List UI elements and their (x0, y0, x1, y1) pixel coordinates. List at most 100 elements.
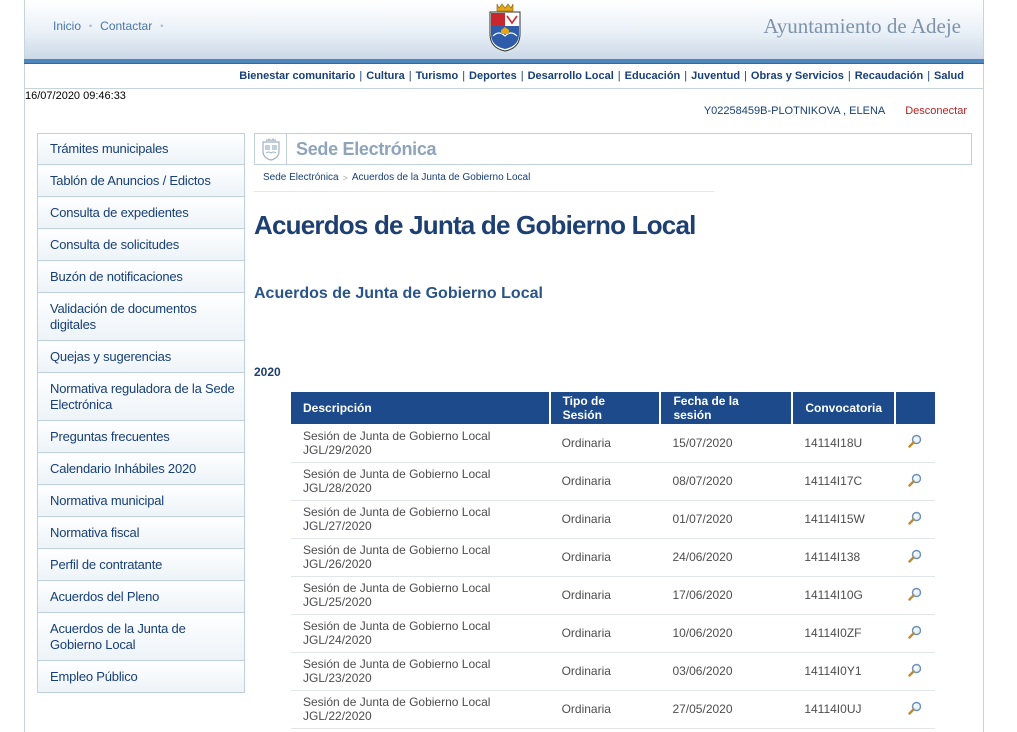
sidebar-item-consulta-expedientes[interactable]: Consulta de expedientes (37, 197, 245, 229)
session-description: Sesión de Junta de Gobierno Local (303, 505, 491, 519)
table-row: Sesión de Junta de Gobierno Local JGL/27/… (291, 500, 935, 539)
cell-actions (895, 424, 935, 463)
sidebar-item-tablon-anuncios[interactable]: Tablón de Anuncios / Edictos (37, 165, 245, 197)
cell-convocatoria: 14114I18U (792, 424, 896, 463)
magnifier-icon[interactable] (908, 434, 922, 451)
cell-convocatoria: 14114I0Y1 (792, 652, 896, 691)
session-code: JGL/29/2020 (303, 442, 372, 457)
sidebar-item-acuerdos-junta[interactable]: Acuerdos de la Junta de Gobierno Local (37, 613, 245, 661)
sidebar-item-acuerdos-pleno[interactable]: Acuerdos del Pleno (37, 581, 245, 613)
cell-descripcion: Sesión de Junta de Gobierno Local JGL/28/… (291, 462, 550, 501)
cell-descripcion: Sesión de Junta de Gobierno Local JGL/23/… (291, 652, 550, 691)
year-heading: 2020 (254, 365, 281, 379)
breadcrumb-chevron-icon: > (342, 172, 348, 183)
sidebar-item-consulta-solicitudes[interactable]: Consulta de solicitudes (37, 229, 245, 261)
breadcrumb: Sede Electrónica > Acuerdos de la Junta … (263, 172, 530, 183)
sidebar-item-empleo-publico[interactable]: Empleo Público (37, 661, 245, 693)
nav-bienestar-comunitario[interactable]: Bienestar comunitario (239, 70, 355, 82)
magnifier-icon[interactable] (908, 473, 922, 490)
cell-actions (895, 500, 935, 539)
sidebar-item-perfil-contratante[interactable]: Perfil de contratante (37, 549, 245, 581)
breadcrumb-sede-link[interactable]: Sede Electrónica (263, 172, 339, 183)
cell-fecha-sesion: 03/06/2020 (660, 652, 793, 691)
cell-descripcion: Sesión de Junta de Gobierno Local JGL/29/… (291, 424, 550, 463)
cell-fecha-sesion: 27/05/2020 (660, 690, 793, 729)
cell-actions (895, 690, 935, 729)
nav-separator: | (462, 70, 466, 82)
cell-convocatoria: 14114I17C (792, 462, 896, 501)
sidebar-item-tramites[interactable]: Trámites municipales (37, 133, 245, 165)
cell-fecha-sesion: 08/07/2020 (660, 462, 793, 501)
nav-separator: | (684, 70, 688, 82)
table-row: Sesión de Junta de Gobierno Local JGL/25/… (291, 576, 935, 615)
nav-turismo[interactable]: Turismo (416, 70, 459, 82)
nav-separator: | (520, 70, 524, 82)
magnifier-icon[interactable] (908, 625, 922, 642)
sidebar-item-normativa-fiscal[interactable]: Normativa fiscal (37, 517, 245, 549)
cell-fecha-sesion: 15/07/2020 (660, 424, 793, 463)
home-link[interactable]: Inicio (53, 19, 81, 33)
sidebar-item-quejas[interactable]: Quejas y sugerencias (37, 341, 245, 373)
nav-separator: | (744, 70, 747, 82)
sidebar-item-normativa-sede[interactable]: Normativa reguladora de la Sede Electrón… (37, 373, 245, 421)
nav-salud[interactable]: Salud (934, 70, 964, 82)
magnifier-icon[interactable] (908, 663, 922, 680)
nav-separator: | (408, 70, 412, 82)
site-brand: Ayuntamiento de Adeje (763, 14, 961, 38)
top-links: Inicio • Contactar • (53, 19, 163, 33)
nav-deportes[interactable]: Deportes (469, 70, 517, 82)
table-row: Sesión de Junta de Gobierno Local JGL/24/… (291, 614, 935, 653)
user-name: Y02258459B-PLOTNIKOVA , ELENA (703, 105, 886, 117)
page-title: Acuerdos de Junta de Gobierno Local (254, 210, 696, 240)
cell-tipo-sesion: Ordinaria (549, 462, 661, 501)
cell-fecha-sesion: 10/06/2020 (660, 614, 793, 653)
magnifier-icon[interactable] (908, 701, 922, 718)
cell-fecha-sesion: 24/06/2020 (660, 538, 793, 577)
session-description: Sesión de Junta de Gobierno Local (303, 467, 491, 481)
magnifier-icon[interactable] (908, 549, 922, 566)
session-code: JGL/27/2020 (303, 519, 372, 533)
sede-title: Sede Electrónica (296, 138, 437, 159)
sede-icon-container (255, 134, 287, 164)
page-subtitle: Acuerdos de Junta de Gobierno Local (254, 285, 543, 302)
contact-link[interactable]: Contactar (100, 19, 152, 33)
session-description: Sesión de Junta de Gobierno Local (303, 543, 491, 557)
table-body: Sesión de Junta de Gobierno Local JGL/29/… (291, 424, 935, 729)
nav-cultura[interactable]: Cultura (366, 70, 405, 82)
cell-actions (895, 652, 935, 691)
sidebar-menu: Trámites municipales Tablón de Anuncios … (37, 133, 245, 693)
cell-tipo-sesion: Ordinaria (549, 690, 661, 729)
cell-descripcion: Sesión de Junta de Gobierno Local JGL/27/… (291, 500, 550, 539)
nav-separator: | (617, 70, 621, 82)
session-code: JGL/28/2020 (303, 481, 372, 495)
sidebar-item-calendario[interactable]: Calendario Inhábiles 2020 (37, 453, 245, 485)
sidebar-item-normativa-municipal[interactable]: Normativa municipal (37, 485, 245, 517)
nav-juventud[interactable]: Juventud (691, 70, 740, 82)
crest-icon (261, 138, 280, 161)
table-row: Sesión de Junta de Gobierno Local JGL/23/… (291, 652, 935, 691)
nav-recaudacion[interactable]: Recaudación (855, 70, 923, 82)
cell-actions (895, 462, 935, 501)
breadcrumb-current: Acuerdos de la Junta de Gobierno Local (351, 172, 531, 183)
magnifier-icon[interactable] (908, 587, 922, 604)
cell-actions (895, 538, 935, 577)
sidebar-item-buzon-notificaciones[interactable]: Buzón de notificaciones (37, 261, 245, 293)
magnifier-icon[interactable] (908, 511, 922, 528)
cell-tipo-sesion: Ordinaria (549, 614, 661, 653)
logout-link[interactable]: Desconectar (905, 105, 967, 117)
breadcrumb-divider (254, 191, 714, 192)
table-row: Sesión de Junta de Gobierno Local JGL/26/… (291, 538, 935, 577)
cell-convocatoria: 14114I15W (792, 500, 896, 539)
coat-of-arms-icon[interactable] (487, 2, 523, 54)
session-description: Sesión de Junta de Gobierno Local (303, 657, 491, 671)
session-description: Sesión de Junta de Gobierno Local (303, 581, 491, 595)
column-header-convocatoria: Convocatoria (792, 392, 897, 424)
sidebar-item-validacion-documentos[interactable]: Validación de documentos digitales (37, 293, 245, 341)
nav-educacion[interactable]: Educación (625, 70, 681, 82)
user-bar: Y02258459B-PLOTNIKOVA , ELENA Desconecta… (704, 105, 967, 117)
nav-desarrollo-local[interactable]: Desarrollo Local (528, 70, 614, 82)
cell-tipo-sesion: Ordinaria (549, 652, 661, 691)
sidebar-item-preguntas[interactable]: Preguntas frecuentes (37, 421, 245, 453)
nav-obras-y-servicios[interactable]: Obras y Servicios (751, 70, 844, 82)
session-description: Sesión de Junta de Gobierno Local (303, 695, 491, 709)
